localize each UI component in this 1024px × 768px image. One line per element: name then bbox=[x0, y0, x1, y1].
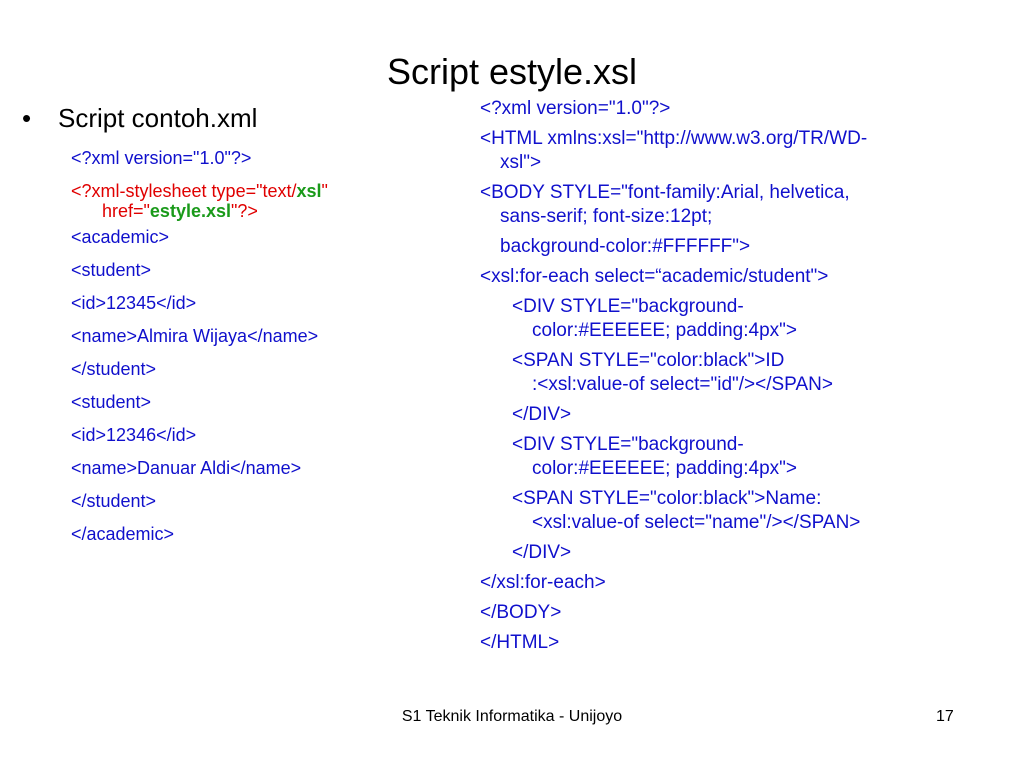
xml-line: <student> bbox=[71, 392, 152, 412]
stylesheet-part: href=" bbox=[102, 201, 150, 221]
xsl-line: color:#EEEEEE; padding:4px"> bbox=[532, 458, 797, 479]
xsl-line: </DIV> bbox=[512, 404, 572, 425]
xml-line: <name>Almira Wijaya</name> bbox=[71, 326, 319, 346]
bullet-icon: • bbox=[22, 103, 32, 133]
xsl-line: <DIV STYLE="background- bbox=[512, 434, 744, 455]
xsl-line: <DIV STYLE="background- bbox=[512, 296, 744, 317]
stylesheet-part: <?xml-stylesheet type="text/ bbox=[71, 181, 297, 201]
xsl-line: <SPAN STYLE="color:black">ID bbox=[512, 350, 785, 371]
stylesheet-part: "?> bbox=[230, 201, 258, 221]
stylesheet-part: " bbox=[321, 181, 328, 201]
xml-line: </student> bbox=[71, 491, 157, 511]
xsl-line: <xsl:for-each select=“academic/student"> bbox=[480, 266, 829, 287]
xml-line: <name>Danuar Aldi</name> bbox=[71, 458, 302, 478]
estyle-filename: estyle.xsl bbox=[149, 201, 231, 221]
xsl-line: xsl"> bbox=[500, 152, 542, 173]
xsl-line: background-color:#FFFFFF"> bbox=[500, 236, 751, 257]
xsl-line: <SPAN STYLE="color:black">Name: bbox=[512, 488, 822, 509]
slide-title: Script estyle.xsl bbox=[386, 51, 638, 92]
xml-line: <id>12345</id> bbox=[71, 293, 197, 313]
xsl-line: </xsl:for-each> bbox=[480, 572, 606, 593]
xml-line: </academic> bbox=[71, 524, 175, 544]
stylesheet-line: <?xml-stylesheet type="text/xsl" href="e… bbox=[22, 181, 422, 221]
left-column: • Script contoh.xml <?xml version="1.0"?… bbox=[22, 100, 422, 557]
xml-line: </student> bbox=[71, 359, 157, 379]
xsl-line: :<xsl:value-of select="id"/></SPAN> bbox=[532, 374, 833, 395]
xsl-line: color:#EEEEEE; padding:4px"> bbox=[532, 320, 797, 341]
xsl-keyword: xsl bbox=[296, 181, 322, 201]
stylesheet-continuation: href="estyle.xsl"?> bbox=[71, 201, 422, 221]
xml-line: <student> bbox=[71, 260, 152, 280]
xsl-line: </HTML> bbox=[480, 632, 560, 653]
heading-text: Script contoh.xml bbox=[58, 103, 258, 133]
xml-line: <id>12346</id> bbox=[71, 425, 197, 445]
xsl-line: sans-serif; font-size:12pt; bbox=[500, 206, 713, 227]
xml-line: <?xml version="1.0"?> bbox=[71, 148, 252, 168]
xsl-line: <HTML xmlns:xsl="http://www.w3.org/TR/WD… bbox=[480, 128, 868, 149]
xml-line: <academic> bbox=[71, 227, 170, 247]
right-column: <?xml version="1.0"?> <HTML xmlns:xsl="h… bbox=[480, 97, 1000, 655]
xsl-line: <BODY STYLE="font-family:Arial, helvetic… bbox=[480, 182, 850, 203]
xsl-line: <?xml version="1.0"?> bbox=[480, 98, 671, 119]
xsl-line: </BODY> bbox=[480, 602, 562, 623]
xsl-line: </DIV> bbox=[512, 542, 572, 563]
page-number: 17 bbox=[936, 708, 954, 725]
xsl-line: <xsl:value-of select="name"/></SPAN> bbox=[532, 512, 861, 533]
slide-footer: S1 Teknik Informatika - Unijoyo bbox=[401, 708, 623, 725]
bullet-heading: • Script contoh.xml bbox=[22, 100, 422, 136]
